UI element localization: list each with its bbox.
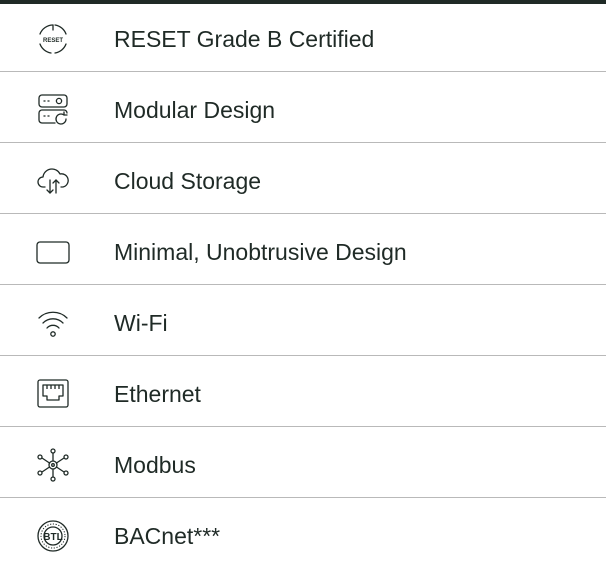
cloud-storage-icon	[33, 161, 73, 201]
ethernet-icon	[33, 374, 73, 414]
feature-label-minimal: Minimal, Unobtrusive Design	[114, 238, 407, 265]
feature-row-modbus: Modbus	[0, 432, 606, 498]
feature-row-ethernet: Ethernet	[0, 361, 606, 427]
minimal-design-icon	[33, 232, 73, 272]
feature-row-modular: Modular Design	[0, 77, 606, 143]
feature-label-modbus: Modbus	[114, 451, 196, 478]
feature-label-modular: Modular Design	[114, 96, 276, 123]
feature-label-ethernet: Ethernet	[114, 380, 201, 407]
btl-icon: BTL	[33, 516, 73, 556]
feature-label-cloud: Cloud Storage	[114, 167, 262, 194]
wifi-icon	[33, 303, 73, 343]
btl-badge-text: BTL	[43, 532, 62, 543]
modular-design-icon	[33, 90, 73, 130]
modbus-icon	[33, 445, 73, 485]
feature-label-wifi: Wi-Fi	[114, 309, 168, 336]
reset-certified-icon: RESET	[33, 19, 73, 59]
feature-row-minimal: Minimal, Unobtrusive Design	[0, 219, 606, 285]
feature-list: RESET RESET Grade B Certified Modular De…	[0, 0, 606, 565]
feature-label-reset: RESET Grade B Certified	[114, 25, 375, 52]
feature-row-cloud: Cloud Storage	[0, 148, 606, 214]
feature-row-wifi: Wi-Fi	[0, 290, 606, 356]
feature-row-reset: RESET RESET Grade B Certified	[0, 6, 606, 72]
feature-row-bacnet: BTL BACnet***	[0, 503, 606, 569]
reset-badge-text: RESET	[43, 38, 63, 44]
feature-label-bacnet: BACnet***	[114, 523, 221, 549]
